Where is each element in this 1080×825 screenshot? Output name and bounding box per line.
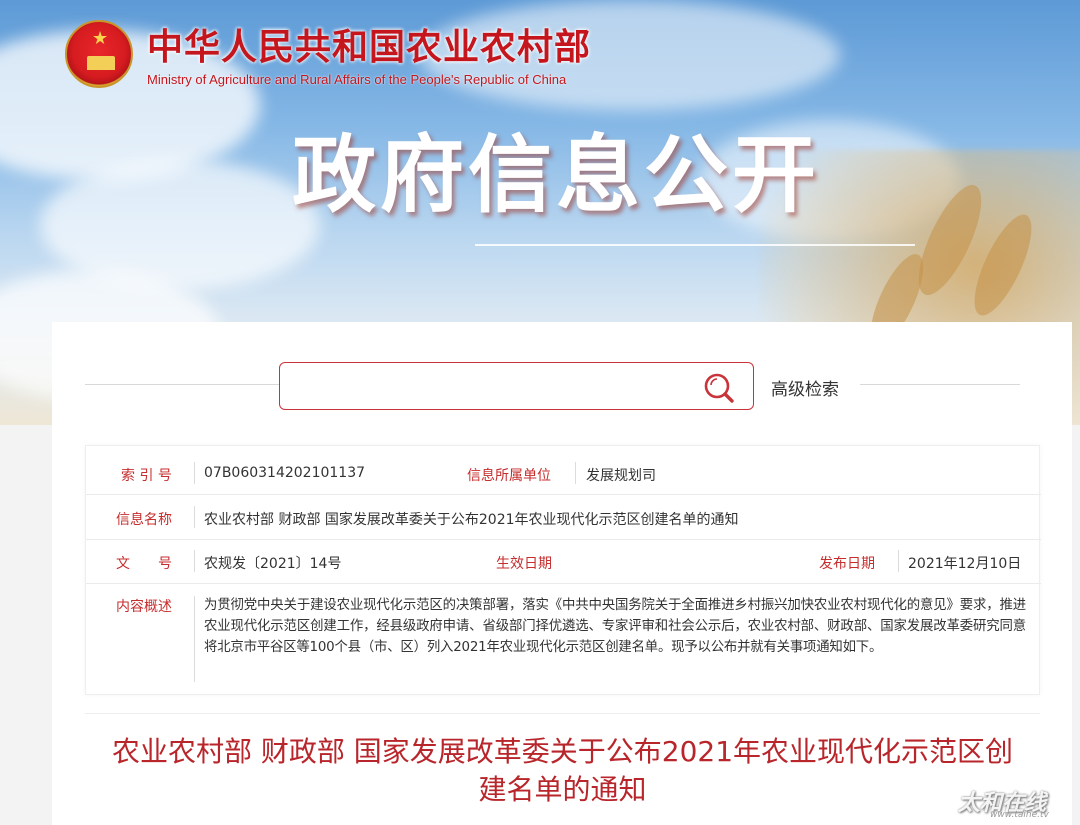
search-input[interactable] <box>292 371 692 401</box>
info-row-summary: 内容概述 为贯彻党中央关于建设农业现代化示范区的决策部署，落实《中共中央国务院关… <box>86 586 1041 686</box>
title-underline <box>475 244 915 246</box>
summary-label: 内容概述 <box>116 599 172 615</box>
ministry-name-cn[interactable]: 中华人民共和国农业农村部 <box>147 26 591 68</box>
national-emblem-icon[interactable]: ★ <box>65 20 133 88</box>
info-row-index: 索 引 号 07B060314202101137 信息所属单位 发展规划司 <box>86 454 1041 495</box>
publish-date-label: 发布日期 <box>819 556 875 572</box>
unit-value: 发展规划司 <box>586 468 656 484</box>
summary-text: 为贯彻党中央关于建设农业现代化示范区的决策部署，落实《中共中央国务院关于全面推进… <box>204 598 1026 655</box>
doc-no-value: 农规发〔2021〕14号 <box>204 556 342 572</box>
divider <box>194 596 195 682</box>
index-value: 07B060314202101137 <box>204 465 366 481</box>
doc-no-label: 文 号 <box>116 556 172 572</box>
unit-label: 信息所属单位 <box>467 468 551 484</box>
effective-date-label: 生效日期 <box>496 556 552 572</box>
divider <box>194 462 195 484</box>
divider <box>194 506 195 528</box>
index-label: 索 引 号 <box>121 468 172 484</box>
search-icon[interactable] <box>702 371 736 405</box>
divider <box>898 550 899 572</box>
banner-title: 政府信息公开 <box>292 126 821 224</box>
ministry-name-en[interactable]: Ministry of Agriculture and Rural Affair… <box>147 72 566 87</box>
name-value: 农业农村部 财政部 国家发展改革委关于公布2021年农业现代化示范区创建名单的通… <box>204 512 739 528</box>
publish-date-value: 2021年12月10日 <box>908 556 1022 572</box>
search-bar <box>279 362 754 410</box>
advanced-search-link[interactable]: 高级检索 <box>771 375 839 400</box>
divider <box>194 550 195 572</box>
document-title: 农业农村部 财政部 国家发展改革委关于公布2021年农业现代化示范区创建名单的通… <box>111 735 1014 806</box>
info-row-docno: 文 号 农规发〔2021〕14号 生效日期 发布日期 2021年12月10日 <box>86 540 1041 584</box>
divider <box>860 384 1020 385</box>
info-row-name: 信息名称 农业农村部 财政部 国家发展改革委关于公布2021年农业现代化示范区创… <box>86 496 1041 540</box>
divider <box>85 384 280 385</box>
divider <box>575 462 576 484</box>
name-label: 信息名称 <box>116 512 172 528</box>
info-table: 索 引 号 07B060314202101137 信息所属单位 发展规划司 信息… <box>85 445 1041 695</box>
watermark-url: www.taihe.tv <box>990 810 1049 820</box>
